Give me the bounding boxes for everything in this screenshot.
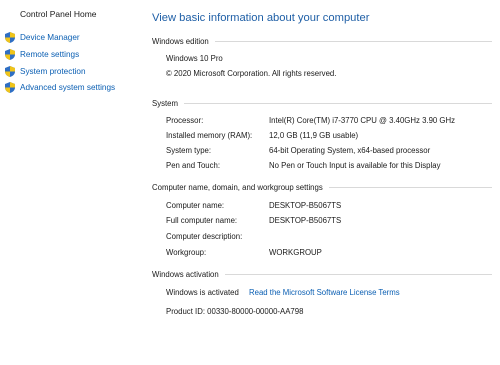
section-heading: Windows edition bbox=[152, 36, 209, 46]
edition-name: Windows 10 Pro bbox=[166, 54, 223, 63]
section-heading: Windows activation bbox=[152, 269, 219, 279]
section-computer-name: Computer name, domain, and workgroup set… bbox=[152, 182, 492, 192]
section-windows-activation: Windows activation bbox=[152, 269, 492, 279]
section-heading: Computer name, domain, and workgroup set… bbox=[152, 182, 323, 192]
shield-icon bbox=[5, 81, 15, 93]
control-panel-home-link[interactable]: Control Panel Home bbox=[20, 9, 97, 19]
computer-description-label: Computer description: bbox=[166, 232, 243, 241]
nav-remote-settings[interactable]: Remote settings bbox=[5, 48, 79, 60]
nav-label: Advanced system settings bbox=[20, 82, 116, 92]
divider bbox=[184, 102, 492, 104]
memory-value: 12,0 GB (11,9 GB usable) bbox=[269, 131, 359, 140]
processor-label: Processor: bbox=[166, 116, 204, 125]
activation-status: Windows is activated bbox=[166, 288, 239, 297]
divider bbox=[214, 40, 492, 42]
processor-value: Intel(R) Core(TM) i7-3770 CPU @ 3.40GHz … bbox=[269, 116, 455, 125]
pen-touch-label: Pen and Touch: bbox=[166, 161, 221, 170]
license-terms-link[interactable]: Read the Microsoft Software License Term… bbox=[249, 288, 400, 297]
shield-icon bbox=[5, 31, 15, 43]
shield-icon bbox=[5, 48, 15, 60]
nav-device-manager[interactable]: Device Manager bbox=[5, 31, 80, 43]
pen-touch-value: No Pen or Touch Input is available for t… bbox=[269, 161, 441, 170]
workgroup-label: Workgroup: bbox=[166, 248, 207, 257]
memory-label: Installed memory (RAM): bbox=[166, 131, 253, 140]
page-title: View basic information about your comput… bbox=[152, 12, 370, 24]
nav-label: System protection bbox=[20, 66, 86, 76]
nav-label: Remote settings bbox=[20, 49, 80, 59]
section-heading: System bbox=[152, 98, 178, 108]
system-type-label: System type: bbox=[166, 146, 212, 155]
nav-label: Device Manager bbox=[20, 32, 80, 42]
system-type-value: 64-bit Operating System, x64-based proce… bbox=[269, 146, 431, 155]
divider bbox=[328, 186, 492, 188]
section-system: System bbox=[152, 98, 492, 108]
product-id: Product ID: 00330-80000-00000-AA798 bbox=[166, 307, 304, 316]
workgroup-value: WORKGROUP bbox=[269, 248, 322, 257]
copyright-text: © 2020 Microsoft Corporation. All rights… bbox=[166, 69, 337, 78]
divider bbox=[224, 273, 492, 275]
computer-name-value: DESKTOP-B5067TS bbox=[269, 201, 342, 210]
shield-icon bbox=[5, 65, 15, 77]
computer-name-label: Computer name: bbox=[166, 201, 225, 210]
nav-system-protection[interactable]: System protection bbox=[5, 65, 86, 77]
full-computer-name-label: Full computer name: bbox=[166, 216, 238, 225]
section-windows-edition: Windows edition bbox=[152, 36, 492, 46]
nav-advanced-system-settings[interactable]: Advanced system settings bbox=[5, 81, 115, 93]
full-computer-name-value: DESKTOP-B5067TS bbox=[269, 216, 342, 225]
